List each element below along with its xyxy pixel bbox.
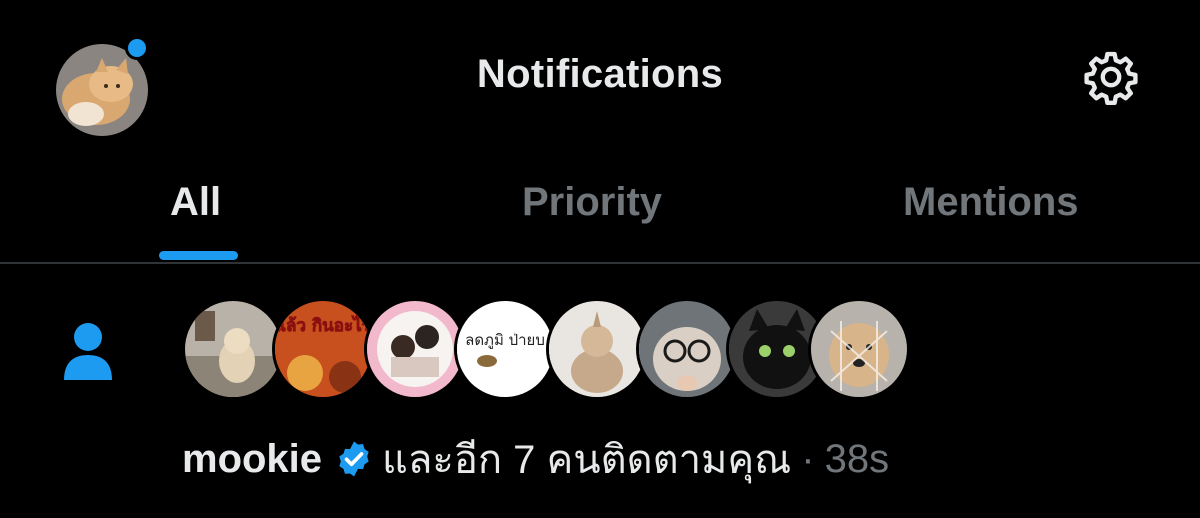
- follower-avatar[interactable]: หิวแล้ว กินอะไรดีย: [272, 298, 374, 400]
- separator: ·: [801, 436, 815, 481]
- timestamp: 38s: [824, 436, 890, 481]
- svg-text:ลดภูมิ ป่ายบ: ลดภูมิ ป่ายบ: [465, 331, 545, 349]
- follow-notification[interactable]: หิวแล้ว กินอะไรดีย ลดภูมิ ป่ายบ: [0, 264, 1200, 518]
- follower-avatar[interactable]: [546, 298, 648, 400]
- active-tab-indicator: [159, 251, 238, 260]
- svg-text:หิวแล้ว กินอะไรดีย: หิวแล้ว กินอะไรดีย: [275, 315, 371, 336]
- follower-avatar[interactable]: [636, 298, 738, 400]
- settings-button[interactable]: [1082, 48, 1140, 106]
- top-bar: Notifications: [0, 0, 1200, 150]
- tab-priority[interactable]: Priority: [522, 180, 662, 225]
- cat-photo-avatar: [549, 301, 645, 397]
- text-logo-avatar: ลดภูมิ ป่ายบ: [457, 301, 553, 397]
- couple-photo-avatar: [367, 301, 463, 397]
- action-text: และอีก 7 คนติดตามคุณ: [382, 438, 792, 482]
- follower-avatar[interactable]: [808, 298, 910, 400]
- cat-glasses-avatar: [639, 301, 735, 397]
- follower-avatar[interactable]: [364, 298, 466, 400]
- food-logo-avatar: หิวแล้ว กินอะไรดีย: [275, 301, 371, 397]
- user-name[interactable]: mookie: [182, 437, 322, 482]
- tab-mentions[interactable]: Mentions: [903, 180, 1079, 225]
- dog-photo-avatar: [185, 301, 281, 397]
- tab-all[interactable]: All: [170, 180, 221, 225]
- page-title: Notifications: [476, 52, 724, 96]
- follower-avatar[interactable]: ลดภูมิ ป่ายบ: [454, 298, 556, 400]
- verified-badge-icon: [334, 439, 374, 479]
- person-icon: [62, 320, 114, 382]
- dog-net-avatar: [811, 301, 907, 397]
- tab-bar: All Priority Mentions: [0, 150, 1200, 264]
- follower-avatar[interactable]: [182, 298, 284, 400]
- notification-text: mookie และอีก 7 คนติดตามคุณ · 38s: [182, 427, 889, 491]
- gear-icon: [1084, 51, 1138, 106]
